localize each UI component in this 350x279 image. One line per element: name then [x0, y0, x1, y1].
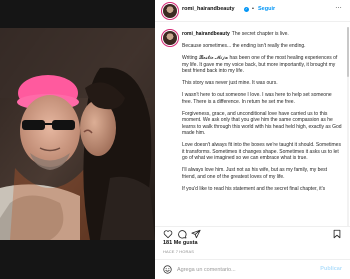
comment-icon[interactable]	[177, 229, 187, 239]
publish-button[interactable]: Publicar	[320, 266, 342, 272]
bookmark-icon[interactable]	[332, 229, 342, 239]
caption-line: Forgiveness, grace, and unconditional lo…	[182, 110, 342, 137]
actions-bar	[155, 226, 350, 240]
caption-text: romi_hairandbeauty The secret chapter is …	[182, 31, 342, 198]
photo-image	[0, 28, 155, 240]
caption-avatar[interactable]	[163, 31, 177, 45]
caption-area: romi_hairandbeauty The secret chapter is …	[155, 26, 350, 231]
scrollbar-thumb[interactable]	[347, 27, 349, 77]
post-panel: romi_hairandbeauty ✓ • Seguir … romi_hai…	[155, 0, 350, 279]
caption-scrollbar[interactable]	[347, 27, 349, 227]
comment-bar: Publicar	[155, 259, 350, 279]
emoji-icon[interactable]	[163, 265, 172, 274]
post-photo[interactable]	[0, 0, 155, 279]
post-header: romi_hairandbeauty ✓ • Seguir …	[155, 0, 350, 22]
caption-line: romi_hairandbeauty The secret chapter is …	[182, 31, 342, 38]
likes-count[interactable]: 181 Me gusta	[163, 240, 198, 246]
comment-input[interactable]	[177, 264, 317, 275]
verified-badge-icon: ✓	[244, 7, 249, 12]
share-icon[interactable]	[191, 229, 201, 239]
caption-line: This story was never just mine. It was o…	[182, 80, 278, 86]
separator-dot: •	[252, 6, 254, 12]
caption-line: Love doesn't always fit into the boxes w…	[182, 142, 341, 161]
caption-line-text: The secret chapter is live.	[231, 31, 289, 37]
caption-line: Because sometimes... the ending isn't re…	[182, 43, 306, 49]
caption-line: Writing 𝓑𝓮𝓼𝓽𝓲𝓮 𝓜𝓲𝓳𝓪 has been one of the …	[182, 55, 338, 74]
follow-button[interactable]: Seguir	[258, 6, 275, 12]
avatar[interactable]	[163, 4, 177, 18]
heart-icon[interactable]	[163, 229, 173, 239]
caption-line: If you'd like to read his statement and …	[182, 185, 326, 192]
caption-username[interactable]: romi_hairandbeauty	[182, 31, 230, 37]
more-options-icon[interactable]: …	[335, 3, 343, 10]
post-timestamp[interactable]: HACE 7 HORAS	[163, 249, 194, 254]
caption-line: I wasn't here to out someone I love. I w…	[182, 92, 332, 105]
username[interactable]: romi_hairandbeauty	[182, 6, 235, 12]
caption-line: I'll always love him. Just not as his wi…	[182, 167, 328, 180]
